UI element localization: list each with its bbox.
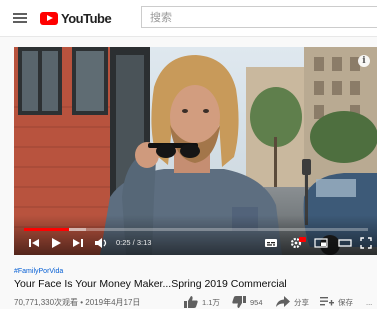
more-label: ... [366, 297, 373, 307]
top-bar: YouTube [0, 0, 377, 37]
theater-icon[interactable] [338, 237, 352, 249]
dislike-count: 954 [250, 297, 263, 307]
progress-bar[interactable] [24, 228, 368, 231]
thumbs-down-icon [232, 296, 246, 308]
youtube-logo-icon [40, 11, 58, 25]
view-count-date: 70,771,330次观看 • 2019年4月17日 [14, 298, 141, 307]
play-icon[interactable] [50, 237, 62, 249]
volume-icon[interactable] [94, 237, 108, 249]
dislike-button[interactable]: 954 [232, 296, 263, 308]
menu-icon[interactable] [13, 13, 27, 23]
controls-overlay [14, 215, 377, 255]
played-fill [24, 228, 69, 231]
youtube-logo[interactable]: YouTube [40, 10, 112, 26]
thumbs-up-icon [184, 296, 198, 308]
info-icon[interactable]: i [358, 55, 370, 67]
skip-next-icon[interactable] [72, 237, 84, 249]
search-input[interactable] [141, 6, 377, 28]
like-button[interactable]: 1.1万 [184, 296, 220, 308]
share-label: 分享 [294, 297, 309, 307]
save-button[interactable]: 保存 [320, 296, 353, 308]
hashtag-link[interactable]: #FamilyPorVida [14, 268, 63, 275]
playlist-add-icon [320, 297, 334, 306]
video-title: Your Face Is Your Money Maker...Spring 2… [14, 278, 287, 290]
share-button[interactable]: 分享 [276, 296, 309, 308]
skip-previous-icon[interactable] [28, 237, 40, 249]
subtitles-icon[interactable] [264, 237, 278, 249]
like-count: 1.1万 [202, 297, 220, 307]
fullscreen-icon[interactable] [360, 237, 372, 249]
save-label: 保存 [338, 297, 353, 307]
logo-text: YouTube [61, 10, 112, 26]
time-display: 0:25 / 3:13 [116, 238, 152, 247]
more-icon[interactable]: ... [366, 296, 372, 308]
share-icon [276, 296, 290, 307]
miniplayer-icon[interactable] [314, 237, 328, 249]
settings-icon[interactable] [290, 237, 306, 249]
video-player[interactable]: i 0:25 / 3:13 [14, 47, 377, 255]
